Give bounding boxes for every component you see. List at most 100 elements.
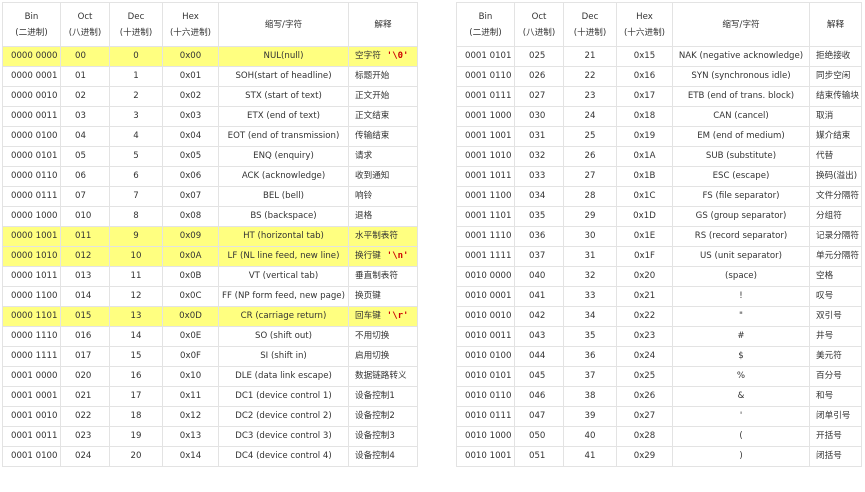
desc-cell: DC3 (device control 3) <box>218 426 349 447</box>
dec-header: Dec (十进制) <box>563 2 617 47</box>
oct-cell: 00 <box>60 46 110 67</box>
hex-cell: 0x28 <box>616 426 673 447</box>
desc-cell: ETX (end of text) <box>218 106 349 127</box>
oct-cell: 02 <box>60 86 110 107</box>
bin-value: 0010 1001 <box>465 451 512 462</box>
hex-value: 0x1B <box>633 171 656 182</box>
bin-value: 0010 1000 <box>465 431 512 442</box>
dec-cell: 40 <box>563 426 617 447</box>
explain-value: 垂直制表符 <box>355 271 398 282</box>
hex-header: Hex (十六进制) <box>616 2 673 47</box>
desc-cell: EOT (end of transmission) <box>218 126 349 147</box>
hex-value: 0x01 <box>179 71 202 82</box>
desc-cell: " <box>672 306 810 327</box>
oct-cell: 036 <box>514 226 564 247</box>
hex-cell: 0x22 <box>616 306 673 327</box>
hex-value: 0x27 <box>633 411 656 422</box>
oct-cell: 045 <box>514 366 564 387</box>
bin-value: 0000 0101 <box>11 151 58 162</box>
hex-cell: 0x06 <box>162 166 219 187</box>
bin-value: 0001 0100 <box>11 451 58 462</box>
explain-cell: 拒绝接收 <box>809 46 862 67</box>
bin-cell: 0001 0100 <box>2 446 61 467</box>
desc-value: DC3 (device control 3) <box>235 431 332 442</box>
desc-cell: ! <box>672 286 810 307</box>
oct-value: 031 <box>529 131 546 142</box>
dec-cell: 18 <box>109 406 163 427</box>
oct-value: 041 <box>529 291 546 302</box>
desc-cell: FF (NP form feed, new page) <box>218 286 349 307</box>
hex-value: 0x06 <box>179 171 202 182</box>
desc-value: VT (vertical tab) <box>248 271 319 282</box>
hex-value: 0x0E <box>179 331 202 342</box>
explain-cell: 记录分隔符 <box>809 226 862 247</box>
oct-value: 024 <box>75 451 92 462</box>
hex-cell: 0x1A <box>616 146 673 167</box>
desc-value: DLE (data link escape) <box>235 371 332 382</box>
bin-value: 0000 1001 <box>11 231 58 242</box>
dec-value: 11 <box>130 271 142 282</box>
desc-cell: VT (vertical tab) <box>218 266 349 287</box>
explain-value: 和号 <box>816 391 834 402</box>
explain-value: 正文结束 <box>355 111 390 122</box>
bin-cell: 0010 0101 <box>456 366 515 387</box>
explain-value: 设备控制4 <box>355 451 395 462</box>
hex-cell: 0x10 <box>162 366 219 387</box>
desc-value: EM (end of medium) <box>697 131 785 142</box>
dec-value: 27 <box>584 171 596 182</box>
bin-value: 0001 0011 <box>11 431 58 442</box>
dec-value: 32 <box>584 271 596 282</box>
oct-value: 045 <box>529 371 546 382</box>
hex-value: 0x17 <box>633 91 656 102</box>
explain-value: 换行键 <box>355 251 381 262</box>
oct-value: 037 <box>529 251 546 262</box>
hex-cell: 0x14 <box>162 446 219 467</box>
oct-cell: 027 <box>514 86 564 107</box>
bin-cell: 0001 1111 <box>456 246 515 267</box>
desc-value: SOH(start of headline) <box>235 71 332 82</box>
dec-value: 39 <box>584 411 596 422</box>
desc-value: HT (horizontal tab) <box>243 231 324 242</box>
table-body-right: 0001 0101 025 21 0x15 NAK (negative acknowle… <box>456 46 862 467</box>
dec-value: 36 <box>584 351 596 362</box>
desc-value: CR (carriage return) <box>240 311 327 322</box>
oct-cell: 037 <box>514 246 564 267</box>
explain-cell: 代替 <box>809 146 862 167</box>
table-row: 0000 0011 03 3 0x03 ETX (end of text) 正文结束 <box>2 106 418 127</box>
desc-value: US (unit separator) <box>699 251 782 262</box>
explain-value: 传输结束 <box>355 131 390 142</box>
table-row: 0001 0000 020 16 0x10 DLE (data link escape)… <box>2 366 418 387</box>
hex-cell: 0x0A <box>162 246 219 267</box>
desc-cell: & <box>672 386 810 407</box>
table-row: 0000 1001 011 9 0x09 HT (horizontal tab) 水平制表… <box>2 226 418 247</box>
table-row: 0001 0011 023 19 0x13 DC3 (device control 3)… <box>2 426 418 447</box>
oct-cell: 016 <box>60 326 110 347</box>
table-row: 0000 0110 06 6 0x06 ACK (acknowledge) 收到通知 <box>2 166 418 187</box>
dec-value: 10 <box>130 251 142 262</box>
oct-cell: 026 <box>514 66 564 87</box>
explain-value: 代替 <box>816 151 834 162</box>
hex-value: 0x09 <box>179 231 202 242</box>
hex-value: 0x0F <box>180 351 201 362</box>
dec-cell: 4 <box>109 126 163 147</box>
dec-cell: 8 <box>109 206 163 227</box>
oct-cell: 06 <box>60 166 110 187</box>
desc-cell: SYN (synchronous idle) <box>672 66 810 87</box>
oct-cell: 011 <box>60 226 110 247</box>
desc-cell: ' <box>672 406 810 427</box>
explain-value: 数据链路转义 <box>355 371 407 382</box>
oct-cell: 033 <box>514 166 564 187</box>
hex-cell: 0x00 <box>162 46 219 67</box>
bin-value: 0010 0110 <box>465 391 512 402</box>
explain-cell: 开括号 <box>809 426 862 447</box>
explain-value: 空字符 <box>355 51 381 62</box>
dec-value: 41 <box>584 451 596 462</box>
oct-value: 044 <box>529 351 546 362</box>
dec-value: 34 <box>584 311 596 322</box>
bin-value: 0000 0011 <box>11 111 58 122</box>
bin-cell: 0000 0011 <box>2 106 61 127</box>
bin-cell: 0010 0000 <box>456 266 515 287</box>
table-row: 0000 1000 010 8 0x08 BS (backspace) 退格 <box>2 206 418 227</box>
table-row: 0001 1110 036 30 0x1E RS (record separator) 记… <box>456 226 862 247</box>
explain-value: 标题开始 <box>355 71 390 82</box>
